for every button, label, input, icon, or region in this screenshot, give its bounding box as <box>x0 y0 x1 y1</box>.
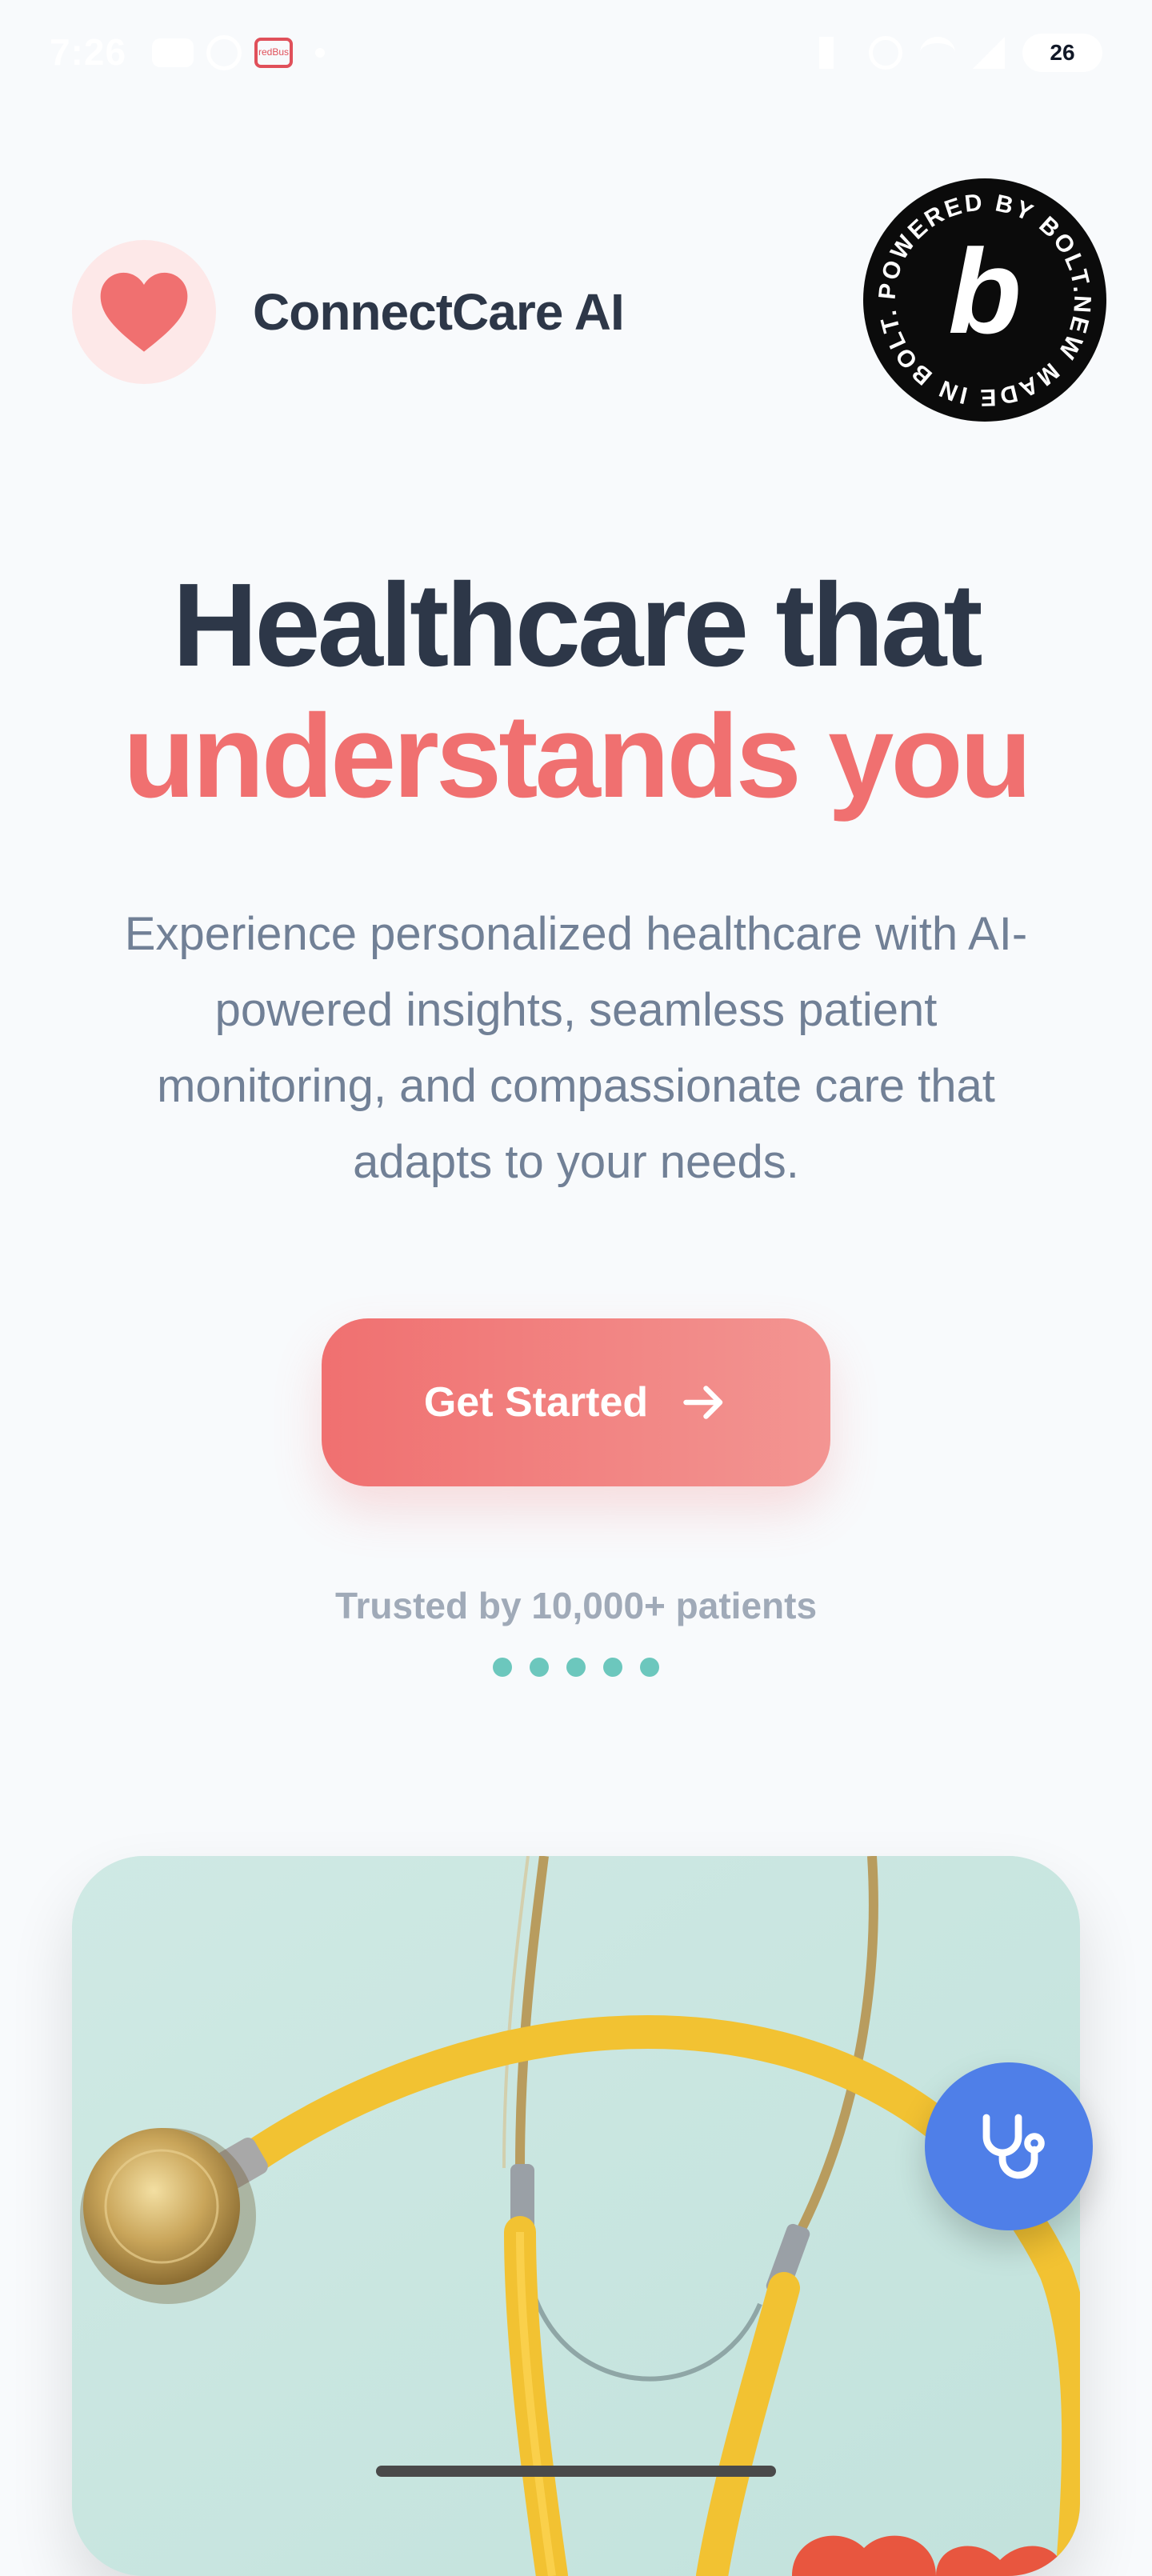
message-icon <box>152 38 194 67</box>
carousel-dots <box>493 1658 659 1677</box>
logo[interactable] <box>72 240 216 384</box>
mute-icon <box>819 37 851 69</box>
carousel-dot[interactable] <box>530 1658 549 1677</box>
bolt-badge[interactable]: POWERED BY BOLT.NEW MADE IN BOLT.NEW b <box>848 155 1109 424</box>
get-started-button[interactable]: Get Started <box>322 1318 830 1486</box>
carousel-dot[interactable] <box>603 1658 622 1677</box>
carousel-dot[interactable] <box>640 1658 659 1677</box>
hero-title: Healthcare that understands you <box>0 560 1152 822</box>
brand-name: ConnectCare AI <box>253 283 625 341</box>
hotspot-icon <box>869 36 902 70</box>
battery-icon: 26 <box>1022 34 1102 72</box>
hero-subtitle: Experience personalized healthcare with … <box>124 908 1028 1188</box>
status-right-icons: 26 <box>819 34 1102 72</box>
trusted-text: Trusted by 10,000+ patients <box>334 1585 818 1626</box>
get-started-label: Get Started <box>423 1379 649 1426</box>
heart-icon <box>100 272 188 352</box>
stethoscope-icon <box>982 2114 1045 2179</box>
stethoscope-fab-button[interactable] <box>925 2062 1093 2230</box>
wifi-icon <box>920 37 955 69</box>
redbus-icon: redBus <box>254 38 293 68</box>
dot-icon <box>315 48 325 58</box>
badge-letter: b <box>948 224 1022 358</box>
hero-title-line1: Healthcare that <box>172 559 982 691</box>
signal-icon <box>973 37 1005 69</box>
whatsapp-icon <box>206 35 242 70</box>
home-indicator[interactable] <box>376 2466 776 2477</box>
status-left-icons: redBus <box>152 35 325 70</box>
status-time: 7:26 <box>50 31 127 73</box>
status-bar: 7:26 redBus 26 <box>0 0 1152 104</box>
carousel-dot[interactable] <box>493 1658 512 1677</box>
hero-title-line2: understands you <box>122 690 1032 822</box>
carousel-dot[interactable] <box>566 1658 586 1677</box>
arrow-right-icon <box>683 1386 723 1419</box>
